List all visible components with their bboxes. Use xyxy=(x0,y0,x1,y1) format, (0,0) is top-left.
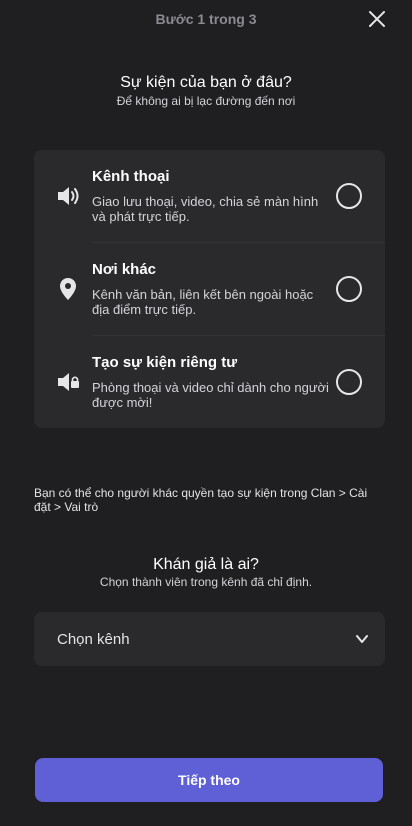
next-button[interactable]: Tiếp theo xyxy=(35,758,383,802)
permission-note: Bạn có thể cho người khác quyền tạo sự k… xyxy=(34,486,368,514)
chevron-down-icon xyxy=(356,635,368,643)
option-title: Kênh thoại xyxy=(92,168,170,185)
option-private-event[interactable]: Tạo sự kiện riêng tư Phòng thoại và vide… xyxy=(34,336,385,428)
header: Bước 1 trong 3 xyxy=(0,0,412,40)
location-pin-icon xyxy=(60,278,76,300)
radio-voice-channel[interactable] xyxy=(336,183,362,209)
channel-select-label: Chọn kênh xyxy=(57,631,130,648)
option-title: Tạo sự kiện riêng tư xyxy=(92,354,238,371)
option-other-place[interactable]: Nơi khác Kênh văn bản, liên kết bên ngoà… xyxy=(34,243,385,335)
channel-select[interactable]: Chọn kênh xyxy=(34,612,385,666)
location-title: Sự kiện của bạn ở đâu? xyxy=(120,74,292,91)
step-indicator: Bước 1 trong 3 xyxy=(155,11,257,27)
option-title: Nơi khác xyxy=(92,261,157,278)
option-description: Phòng thoại và video chỉ dành cho người … xyxy=(92,380,329,410)
location-subtitle: Để không ai bị lạc đường đến nơi xyxy=(116,94,296,108)
private-speaker-icon xyxy=(58,373,79,391)
location-options: Kênh thoại Giao lưu thoại, video, chia s… xyxy=(34,150,385,428)
radio-private-event[interactable] xyxy=(336,369,362,395)
audience-subtitle: Chọn thành viên trong kênh đã chỉ định. xyxy=(99,575,313,589)
option-description: Giao lưu thoại, video, chia sẻ màn hình … xyxy=(92,194,319,224)
option-voice-channel[interactable]: Kênh thoại Giao lưu thoại, video, chia s… xyxy=(34,150,385,242)
option-description: Kênh văn bản, liên kết bên ngoài hoặc đị… xyxy=(92,287,314,317)
speaker-icon xyxy=(58,187,79,205)
radio-other-place[interactable] xyxy=(336,276,362,302)
audience-title: Khán giả là ai? xyxy=(153,556,259,573)
close-icon[interactable] xyxy=(368,10,386,28)
